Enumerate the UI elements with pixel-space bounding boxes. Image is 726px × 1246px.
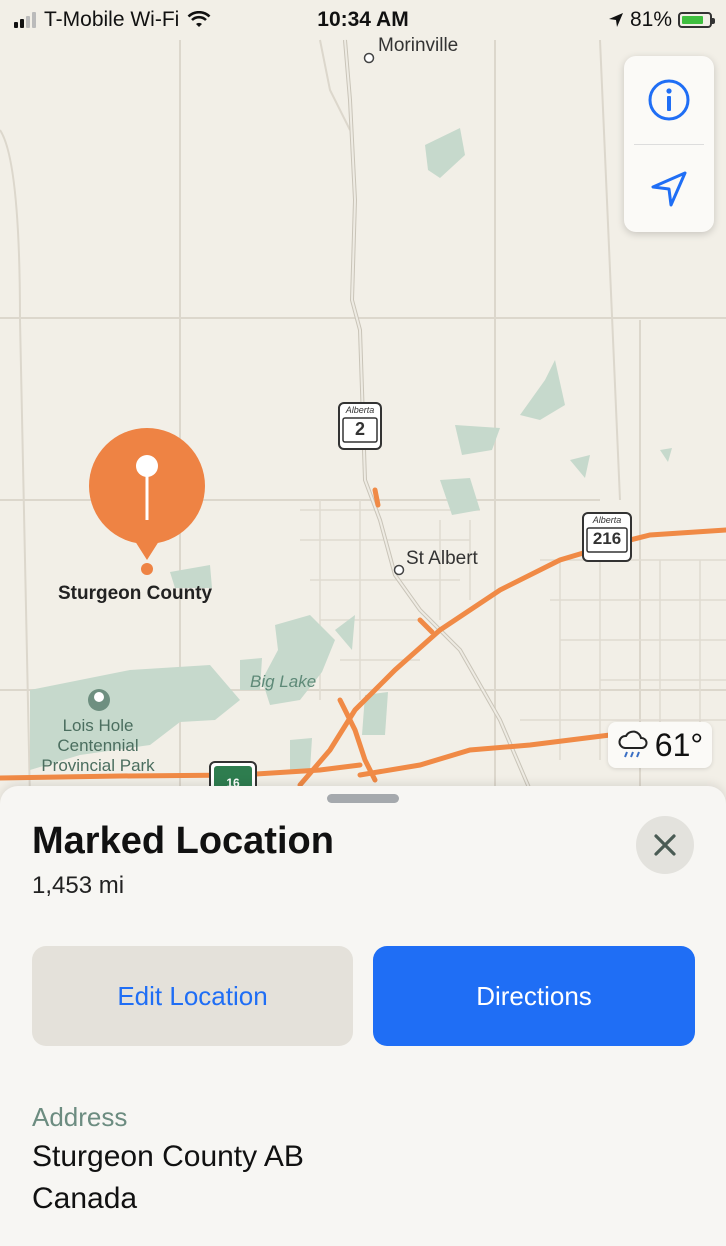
park-label-line2: Centennial xyxy=(57,736,139,755)
sturgeon-county-label: Sturgeon County xyxy=(58,583,213,604)
directions-button[interactable]: Directions xyxy=(373,946,695,1046)
close-button[interactable] xyxy=(636,816,694,874)
map-controls xyxy=(624,56,714,232)
big-lake-label: Big Lake xyxy=(250,672,317,691)
hwy216-label: 216 xyxy=(592,529,622,548)
hwy216-province-label: Alberta xyxy=(592,515,622,525)
place-distance: 1,453 mi xyxy=(32,872,125,899)
place-title: Marked Location xyxy=(32,820,334,862)
weather-badge[interactable]: 61° xyxy=(608,722,712,768)
weather-temp: 61° xyxy=(654,726,704,763)
info-button[interactable] xyxy=(624,56,714,144)
place-card: Marked Location 1,453 mi Edit Location D… xyxy=(0,786,726,1246)
hwy2-label: 2 xyxy=(354,419,365,439)
park-label: Lois Hole Centennial Provincial Park xyxy=(14,716,182,776)
battery-charging-icon xyxy=(678,12,715,28)
info-icon xyxy=(648,79,690,121)
address-label: Address xyxy=(32,1102,128,1132)
address-line1: Sturgeon County AB xyxy=(32,1140,304,1173)
edit-location-button[interactable]: Edit Location xyxy=(32,946,353,1046)
battery-fill xyxy=(682,16,703,24)
address-line2: Canada xyxy=(32,1182,138,1215)
st-albert-label: St Albert xyxy=(406,548,478,569)
tracking-button[interactable] xyxy=(624,145,714,233)
close-icon xyxy=(654,834,676,856)
status-bar: T-Mobile Wi-Fi 10:34 AM 81% xyxy=(0,0,726,40)
st-albert-dot xyxy=(393,564,405,576)
map-view[interactable]: Alberta 2 Alberta 216 16 Morinville St A… xyxy=(0,0,726,803)
morinville-dot xyxy=(363,52,375,64)
sheet-grabber[interactable] xyxy=(327,794,399,803)
location-arrow-icon xyxy=(608,13,623,27)
battery-percent: 81% xyxy=(629,8,672,31)
rain-cloud-icon xyxy=(618,730,648,758)
hwy2-province-label: Alberta xyxy=(345,405,375,415)
map-canvas[interactable] xyxy=(0,0,726,803)
status-right: 81% xyxy=(608,8,715,32)
park-label-line1: Lois Hole xyxy=(62,716,134,735)
park-label-line3: Provincial Park xyxy=(41,756,155,775)
location-arrow-icon xyxy=(651,171,687,207)
